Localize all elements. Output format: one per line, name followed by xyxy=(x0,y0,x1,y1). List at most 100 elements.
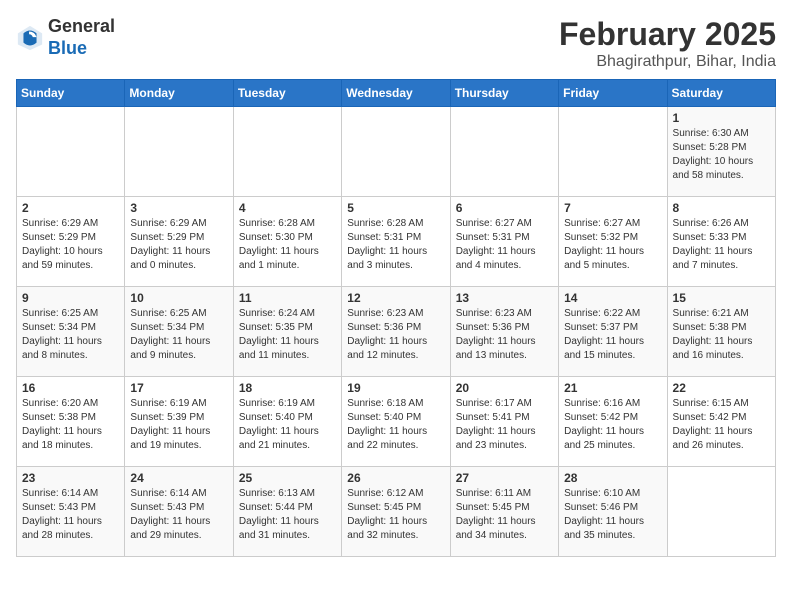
day-info: Sunrise: 6:30 AM Sunset: 5:28 PM Dayligh… xyxy=(673,127,770,183)
day-number: 15 xyxy=(673,291,770,305)
day-info: Sunrise: 6:16 AM Sunset: 5:42 PM Dayligh… xyxy=(564,397,661,453)
calendar-cell xyxy=(559,107,667,197)
calendar-cell: 22 Sunrise: 6:15 AM Sunset: 5:42 PM Dayli… xyxy=(667,377,775,467)
day-number: 2 xyxy=(22,201,119,215)
day-info: Sunrise: 6:11 AM Sunset: 5:45 PM Dayligh… xyxy=(456,487,553,543)
day-number: 16 xyxy=(22,381,119,395)
calendar-cell: 25 Sunrise: 6:13 AM Sunset: 5:44 PM Dayli… xyxy=(233,467,341,557)
week-row-5: 23 Sunrise: 6:14 AM Sunset: 5:43 PM Dayli… xyxy=(17,467,776,557)
page-header: General Blue February 2025 Bhagirathpur,… xyxy=(16,16,776,71)
week-row-3: 9Sunrise: 6:25 AM Sunset: 5:34 PM Daylig… xyxy=(17,287,776,377)
day-info: Sunrise: 6:10 AM Sunset: 5:46 PM Dayligh… xyxy=(564,487,661,543)
calendar-cell: 3 Sunrise: 6:29 AM Sunset: 5:29 PM Daylig… xyxy=(125,197,233,287)
day-info: Sunrise: 6:12 AM Sunset: 5:45 PM Dayligh… xyxy=(347,487,444,543)
weekday-header-wednesday: Wednesday xyxy=(342,80,450,107)
calendar-cell: 4 Sunrise: 6:28 AM Sunset: 5:30 PM Daylig… xyxy=(233,197,341,287)
day-number: 13 xyxy=(456,291,553,305)
day-number: 12 xyxy=(347,291,444,305)
day-info: Sunrise: 6:23 AM Sunset: 5:36 PM Dayligh… xyxy=(347,307,444,363)
day-info: Sunrise: 6:21 AM Sunset: 5:38 PM Dayligh… xyxy=(673,307,770,363)
weekday-header-saturday: Saturday xyxy=(667,80,775,107)
month-year: February 2025 xyxy=(559,16,776,53)
day-info: Sunrise: 6:29 AM Sunset: 5:29 PM Dayligh… xyxy=(22,217,119,273)
day-info: Sunrise: 6:14 AM Sunset: 5:43 PM Dayligh… xyxy=(22,487,119,543)
calendar-cell: 20 Sunrise: 6:17 AM Sunset: 5:41 PM Dayli… xyxy=(450,377,558,467)
day-info: Sunrise: 6:13 AM Sunset: 5:44 PM Dayligh… xyxy=(239,487,336,543)
day-info: Sunrise: 6:27 AM Sunset: 5:32 PM Dayligh… xyxy=(564,217,661,273)
calendar-cell: 12 Sunrise: 6:23 AM Sunset: 5:36 PM Dayli… xyxy=(342,287,450,377)
calendar-cell: 23 Sunrise: 6:14 AM Sunset: 5:43 PM Dayli… xyxy=(17,467,125,557)
calendar-cell: 6 Sunrise: 6:27 AM Sunset: 5:31 PM Daylig… xyxy=(450,197,558,287)
weekday-header-row: SundayMondayTuesdayWednesdayThursdayFrid… xyxy=(17,80,776,107)
day-info: Sunrise: 6:19 AM Sunset: 5:39 PM Dayligh… xyxy=(130,397,227,453)
day-number: 11 xyxy=(239,291,336,305)
day-number: 14 xyxy=(564,291,661,305)
day-number: 6 xyxy=(456,201,553,215)
calendar-cell: 5 Sunrise: 6:28 AM Sunset: 5:31 PM Daylig… xyxy=(342,197,450,287)
weekday-header-tuesday: Tuesday xyxy=(233,80,341,107)
day-number: 7 xyxy=(564,201,661,215)
day-info: Sunrise: 6:24 AM Sunset: 5:35 PM Dayligh… xyxy=(239,307,336,363)
calendar-cell: 15 Sunrise: 6:21 AM Sunset: 5:38 PM Dayli… xyxy=(667,287,775,377)
calendar-cell: 16Sunrise: 6:20 AM Sunset: 5:38 PM Dayli… xyxy=(17,377,125,467)
day-info: Sunrise: 6:19 AM Sunset: 5:40 PM Dayligh… xyxy=(239,397,336,453)
calendar-cell: 10 Sunrise: 6:25 AM Sunset: 5:34 PM Dayli… xyxy=(125,287,233,377)
location: Bhagirathpur, Bihar, India xyxy=(559,53,776,71)
day-number: 4 xyxy=(239,201,336,215)
calendar-cell: 14Sunrise: 6:22 AM Sunset: 5:37 PM Dayli… xyxy=(559,287,667,377)
calendar-cell: 17 Sunrise: 6:19 AM Sunset: 5:39 PM Dayli… xyxy=(125,377,233,467)
logo-text: General Blue xyxy=(48,16,115,59)
calendar-cell: 8 Sunrise: 6:26 AM Sunset: 5:33 PM Daylig… xyxy=(667,197,775,287)
day-number: 5 xyxy=(347,201,444,215)
day-info: Sunrise: 6:28 AM Sunset: 5:30 PM Dayligh… xyxy=(239,217,336,273)
day-info: Sunrise: 6:26 AM Sunset: 5:33 PM Dayligh… xyxy=(673,217,770,273)
calendar-table: SundayMondayTuesdayWednesdayThursdayFrid… xyxy=(16,79,776,557)
day-number: 24 xyxy=(130,471,227,485)
day-number: 17 xyxy=(130,381,227,395)
calendar-cell: 24 Sunrise: 6:14 AM Sunset: 5:43 PM Dayli… xyxy=(125,467,233,557)
day-info: Sunrise: 6:25 AM Sunset: 5:34 PM Dayligh… xyxy=(130,307,227,363)
calendar-cell: 18 Sunrise: 6:19 AM Sunset: 5:40 PM Dayli… xyxy=(233,377,341,467)
calendar-cell xyxy=(342,107,450,197)
day-number: 21 xyxy=(564,381,661,395)
day-info: Sunrise: 6:28 AM Sunset: 5:31 PM Dayligh… xyxy=(347,217,444,273)
day-info: Sunrise: 6:25 AM Sunset: 5:34 PM Dayligh… xyxy=(22,307,119,363)
day-info: Sunrise: 6:27 AM Sunset: 5:31 PM Dayligh… xyxy=(456,217,553,273)
weekday-header-monday: Monday xyxy=(125,80,233,107)
day-number: 10 xyxy=(130,291,227,305)
day-info: Sunrise: 6:18 AM Sunset: 5:40 PM Dayligh… xyxy=(347,397,444,453)
day-number: 28 xyxy=(564,471,661,485)
day-number: 18 xyxy=(239,381,336,395)
calendar-cell: 2 Sunrise: 6:29 AM Sunset: 5:29 PM Daylig… xyxy=(17,197,125,287)
day-info: Sunrise: 6:29 AM Sunset: 5:29 PM Dayligh… xyxy=(130,217,227,273)
day-number: 23 xyxy=(22,471,119,485)
day-number: 22 xyxy=(673,381,770,395)
weekday-header-thursday: Thursday xyxy=(450,80,558,107)
calendar-cell: 26Sunrise: 6:12 AM Sunset: 5:45 PM Dayli… xyxy=(342,467,450,557)
day-number: 27 xyxy=(456,471,553,485)
day-number: 1 xyxy=(673,111,770,125)
day-number: 8 xyxy=(673,201,770,215)
day-number: 25 xyxy=(239,471,336,485)
day-number: 3 xyxy=(130,201,227,215)
calendar-cell: 21 Sunrise: 6:16 AM Sunset: 5:42 PM Dayli… xyxy=(559,377,667,467)
day-number: 20 xyxy=(456,381,553,395)
calendar-cell xyxy=(233,107,341,197)
week-row-2: 2 Sunrise: 6:29 AM Sunset: 5:29 PM Daylig… xyxy=(17,197,776,287)
calendar-cell: 28 Sunrise: 6:10 AM Sunset: 5:46 PM Dayli… xyxy=(559,467,667,557)
calendar-cell: 9Sunrise: 6:25 AM Sunset: 5:34 PM Daylig… xyxy=(17,287,125,377)
day-info: Sunrise: 6:15 AM Sunset: 5:42 PM Dayligh… xyxy=(673,397,770,453)
calendar-cell xyxy=(125,107,233,197)
calendar-cell xyxy=(17,107,125,197)
day-info: Sunrise: 6:23 AM Sunset: 5:36 PM Dayligh… xyxy=(456,307,553,363)
calendar-cell: 27 Sunrise: 6:11 AM Sunset: 5:45 PM Dayli… xyxy=(450,467,558,557)
calendar-cell: 19 Sunrise: 6:18 AM Sunset: 5:40 PM Dayli… xyxy=(342,377,450,467)
weekday-header-sunday: Sunday xyxy=(17,80,125,107)
day-info: Sunrise: 6:14 AM Sunset: 5:43 PM Dayligh… xyxy=(130,487,227,543)
calendar-cell: 1 Sunrise: 6:30 AM Sunset: 5:28 PM Daylig… xyxy=(667,107,775,197)
day-info: Sunrise: 6:17 AM Sunset: 5:41 PM Dayligh… xyxy=(456,397,553,453)
calendar-cell: 11 Sunrise: 6:24 AM Sunset: 5:35 PM Dayli… xyxy=(233,287,341,377)
title-section: February 2025 Bhagirathpur, Bihar, India xyxy=(559,16,776,71)
day-number: 19 xyxy=(347,381,444,395)
logo: General Blue xyxy=(16,16,115,59)
